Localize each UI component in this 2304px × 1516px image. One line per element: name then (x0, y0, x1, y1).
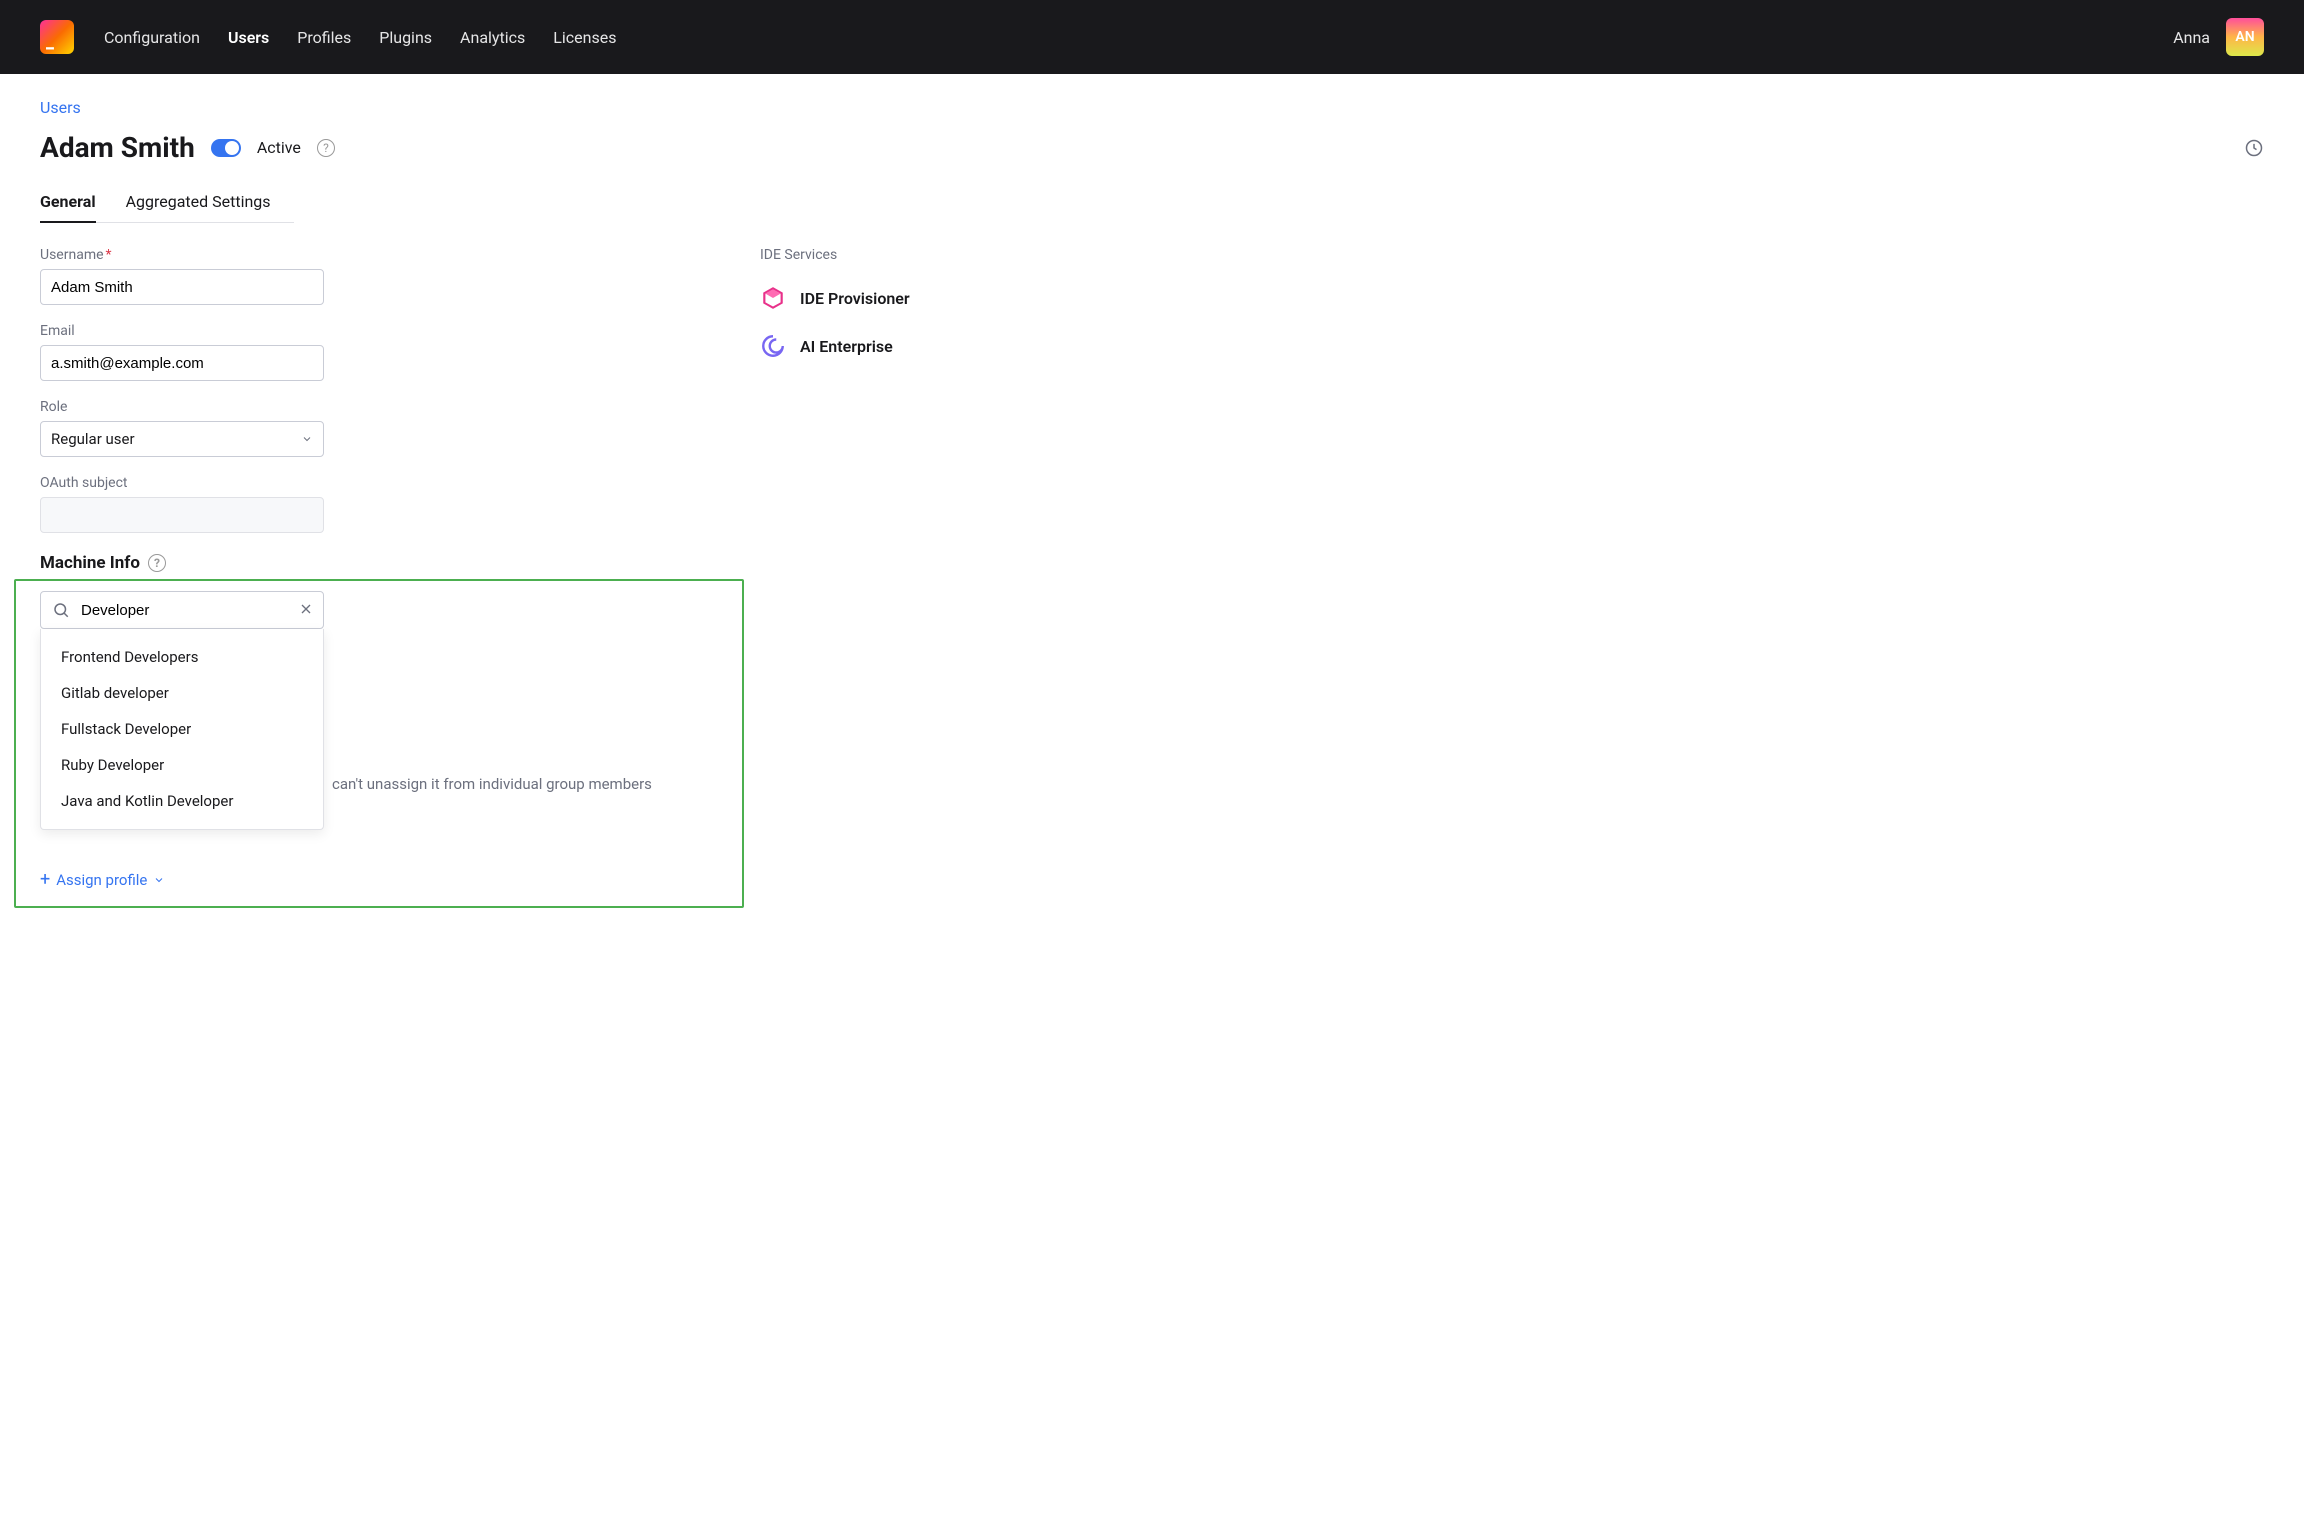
field-username: Username* (40, 247, 340, 305)
services-title: IDE Services (760, 247, 1060, 263)
group-hint-text: can't unassign it from individual group … (332, 775, 652, 793)
topbar: Configuration Users Profiles Plugins Ana… (0, 0, 2304, 74)
label-username: Username* (40, 247, 340, 263)
profile-search-box: Frontend Developers Gitlab developer Ful… (40, 591, 324, 629)
tab-aggregated-settings[interactable]: Aggregated Settings (126, 192, 271, 222)
columns: Username* Email Role Regular user OAuth … (40, 247, 2264, 908)
main-nav: Configuration Users Profiles Plugins Ana… (104, 28, 616, 47)
help-icon[interactable]: ? (148, 554, 166, 572)
current-user-name[interactable]: Anna (2173, 28, 2210, 47)
nav-licenses[interactable]: Licenses (553, 28, 616, 47)
topbar-right: Anna AN (2173, 18, 2264, 56)
page-content: Users Adam Smith Active ? General Aggreg… (0, 74, 2304, 932)
search-icon (52, 601, 70, 619)
nav-users[interactable]: Users (228, 28, 269, 47)
service-label: IDE Provisioner (800, 289, 910, 308)
field-oauth: OAuth subject (40, 475, 340, 533)
nav-profiles[interactable]: Profiles (297, 28, 351, 47)
chevron-down-icon (301, 433, 313, 445)
tab-general[interactable]: General (40, 192, 96, 223)
label-oauth: OAuth subject (40, 475, 340, 491)
profile-option[interactable]: Ruby Developer (41, 747, 323, 783)
page-title: Adam Smith (40, 131, 195, 164)
spiral-icon (760, 333, 786, 359)
services-column: IDE Services IDE Provisioner AI Enterpri… (760, 247, 1060, 908)
active-label: Active (257, 138, 301, 157)
assign-profile-link[interactable]: + Assign profile (40, 869, 722, 890)
assign-profile-label: Assign profile (56, 871, 147, 889)
field-role: Role Regular user (40, 399, 340, 457)
service-ai-enterprise[interactable]: AI Enterprise (760, 333, 1060, 359)
plus-icon: + (40, 869, 50, 890)
username-input[interactable] (40, 269, 324, 305)
label-role: Role (40, 399, 340, 415)
help-icon[interactable]: ? (317, 139, 335, 157)
app-logo[interactable] (40, 20, 74, 54)
field-email: Email (40, 323, 340, 381)
title-row: Adam Smith Active ? (40, 131, 2264, 164)
nav-plugins[interactable]: Plugins (379, 28, 432, 47)
form-column: Username* Email Role Regular user OAuth … (40, 247, 340, 908)
avatar[interactable]: AN (2226, 18, 2264, 56)
nav-configuration[interactable]: Configuration (104, 28, 200, 47)
breadcrumb[interactable]: Users (40, 98, 2264, 117)
chevron-down-icon (153, 874, 165, 886)
profile-search-input[interactable] (40, 591, 324, 629)
profile-option[interactable]: Gitlab developer (41, 675, 323, 711)
profile-option[interactable]: Fullstack Developer (41, 711, 323, 747)
oauth-input (40, 497, 324, 533)
cube-icon (760, 285, 786, 311)
clear-icon[interactable] (298, 601, 314, 617)
service-ide-provisioner[interactable]: IDE Provisioner (760, 285, 1060, 311)
profile-option[interactable]: Java and Kotlin Developer (41, 783, 323, 819)
label-email: Email (40, 323, 340, 339)
profile-dropdown: Frontend Developers Gitlab developer Ful… (40, 629, 324, 830)
history-icon[interactable] (2244, 138, 2264, 158)
service-label: AI Enterprise (800, 337, 893, 356)
profile-option[interactable]: Frontend Developers (41, 639, 323, 675)
role-select[interactable]: Regular user (40, 421, 324, 457)
tabs: General Aggregated Settings (40, 192, 294, 223)
active-toggle[interactable] (211, 139, 241, 157)
profile-assign-highlight: Frontend Developers Gitlab developer Ful… (14, 579, 744, 908)
nav-analytics[interactable]: Analytics (460, 28, 525, 47)
role-value: Regular user (51, 430, 135, 448)
email-input[interactable] (40, 345, 324, 381)
machine-info-title: Machine Info ? (40, 553, 340, 573)
